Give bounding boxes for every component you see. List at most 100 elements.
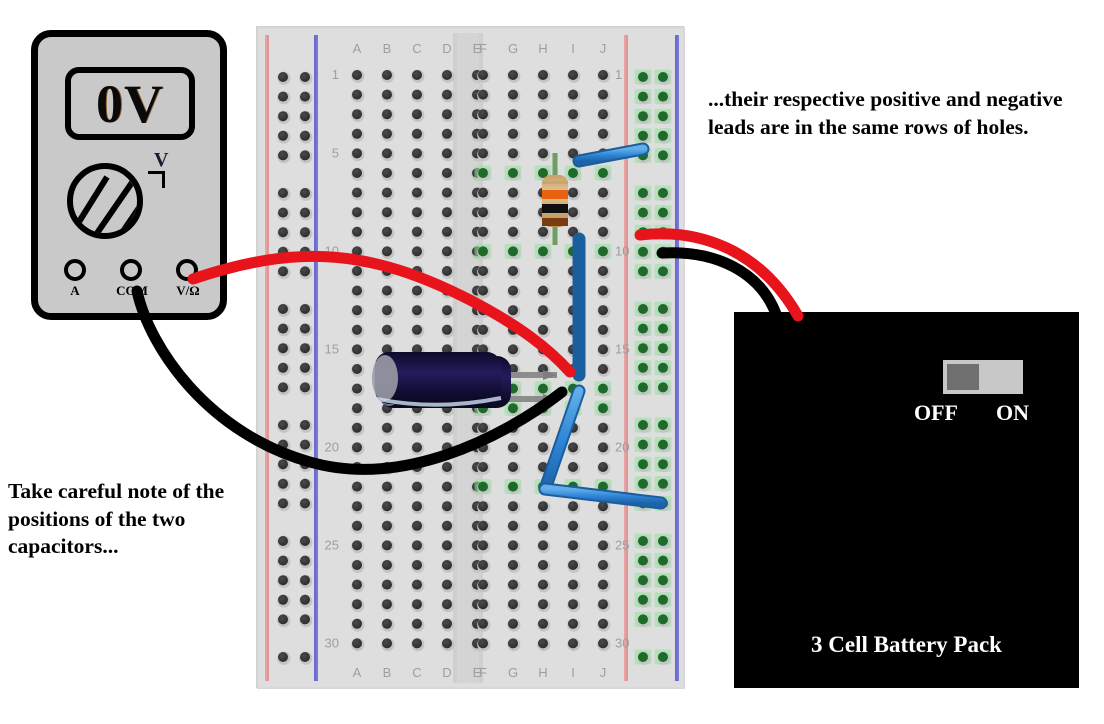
breadboard-hole[interactable] xyxy=(382,266,392,276)
breadboard-hole[interactable] xyxy=(658,150,668,161)
breadboard-hole[interactable] xyxy=(478,481,488,492)
jack-a[interactable] xyxy=(64,259,86,281)
breadboard-hole[interactable] xyxy=(508,285,518,296)
breadboard-hole[interactable] xyxy=(278,246,288,257)
breadboard-hole[interactable] xyxy=(300,478,310,489)
breadboard-hole[interactable] xyxy=(382,501,392,512)
breadboard-hole[interactable] xyxy=(598,266,608,276)
breadboard-hole[interactable] xyxy=(478,226,488,237)
breadboard-hole[interactable] xyxy=(300,188,310,198)
breadboard-hole[interactable] xyxy=(278,536,288,546)
breadboard-hole[interactable] xyxy=(278,652,288,662)
breadboard-hole[interactable] xyxy=(352,442,362,453)
breadboard-hole[interactable] xyxy=(508,187,518,198)
breadboard-hole[interactable] xyxy=(412,579,422,590)
breadboard-hole[interactable] xyxy=(382,226,392,237)
breadboard-hole[interactable] xyxy=(538,579,548,590)
breadboard-hole[interactable] xyxy=(300,575,310,586)
breadboard-hole[interactable] xyxy=(300,227,310,238)
breadboard-hole[interactable] xyxy=(638,343,648,354)
breadboard-hole[interactable] xyxy=(508,168,518,178)
breadboard-hole[interactable] xyxy=(412,226,422,237)
breadboard-hole[interactable] xyxy=(508,501,518,512)
breadboard-hole[interactable] xyxy=(568,207,578,218)
breadboard-hole[interactable] xyxy=(382,481,392,492)
breadboard-hole[interactable] xyxy=(278,498,288,509)
breadboard-hole[interactable] xyxy=(442,285,452,296)
breadboard-hole[interactable] xyxy=(442,226,452,237)
breadboard-hole[interactable] xyxy=(412,481,422,492)
breadboard-hole[interactable] xyxy=(508,599,518,610)
breadboard-hole[interactable] xyxy=(538,109,548,120)
breadboard-hole[interactable] xyxy=(412,89,422,100)
breadboard-hole[interactable] xyxy=(442,148,452,159)
breadboard-hole[interactable] xyxy=(478,128,488,139)
breadboard-hole[interactable] xyxy=(352,501,362,512)
breadboard-hole[interactable] xyxy=(598,520,608,531)
breadboard-hole[interactable] xyxy=(278,594,288,605)
breadboard-hole[interactable] xyxy=(352,226,362,237)
breadboard-hole[interactable] xyxy=(278,614,288,625)
breadboard-hole[interactable] xyxy=(658,382,668,393)
breadboard-hole[interactable] xyxy=(278,72,288,82)
breadboard-hole[interactable] xyxy=(352,324,362,335)
breadboard-hole[interactable] xyxy=(382,579,392,590)
breadboard-hole[interactable] xyxy=(598,442,608,453)
breadboard-hole[interactable] xyxy=(278,420,288,430)
breadboard-hole[interactable] xyxy=(638,459,648,470)
breadboard-hole[interactable] xyxy=(382,560,392,570)
breadboard-hole[interactable] xyxy=(598,638,608,649)
breadboard-hole[interactable] xyxy=(478,520,488,531)
breadboard-hole[interactable] xyxy=(478,168,488,178)
breadboard-hole[interactable] xyxy=(412,207,422,218)
breadboard-hole[interactable] xyxy=(538,246,548,257)
breadboard-hole[interactable] xyxy=(478,70,488,80)
breadboard-hole[interactable] xyxy=(478,109,488,120)
breadboard-hole[interactable] xyxy=(508,520,518,531)
breadboard-hole[interactable] xyxy=(278,343,288,354)
breadboard-hole[interactable] xyxy=(278,207,288,218)
breadboard-hole[interactable] xyxy=(300,343,310,354)
breadboard-hole[interactable] xyxy=(508,540,518,551)
breadboard-hole[interactable] xyxy=(478,638,488,649)
breadboard-hole[interactable] xyxy=(352,520,362,531)
breadboard-hole[interactable] xyxy=(442,187,452,198)
breadboard-hole[interactable] xyxy=(638,614,648,625)
breadboard-hole[interactable] xyxy=(478,462,488,472)
breadboard-hole[interactable] xyxy=(352,344,362,355)
breadboard-hole[interactable] xyxy=(478,266,488,276)
breadboard-hole[interactable] xyxy=(538,266,548,276)
breadboard-hole[interactable] xyxy=(382,285,392,296)
breadboard-hole[interactable] xyxy=(382,70,392,80)
breadboard-hole[interactable] xyxy=(412,560,422,570)
breadboard-hole[interactable] xyxy=(538,70,548,80)
breadboard-hole[interactable] xyxy=(598,89,608,100)
breadboard-hole[interactable] xyxy=(442,599,452,610)
breadboard-hole[interactable] xyxy=(568,442,578,453)
multimeter-dial[interactable] xyxy=(67,163,143,239)
breadboard-hole[interactable] xyxy=(658,227,668,238)
breadboard-hole[interactable] xyxy=(658,111,668,122)
breadboard-hole[interactable] xyxy=(638,207,648,218)
breadboard-hole[interactable] xyxy=(538,285,548,296)
breadboard-hole[interactable] xyxy=(658,420,668,430)
breadboard-hole[interactable] xyxy=(442,422,452,433)
breadboard-hole[interactable] xyxy=(442,109,452,120)
breadboard-hole[interactable] xyxy=(508,324,518,335)
breadboard-hole[interactable] xyxy=(382,638,392,649)
breadboard-hole[interactable] xyxy=(538,403,548,414)
breadboard-hole[interactable] xyxy=(412,520,422,531)
breadboard-hole[interactable] xyxy=(300,150,310,161)
breadboard-hole[interactable] xyxy=(568,89,578,100)
breadboard-hole[interactable] xyxy=(508,246,518,257)
breadboard-hole[interactable] xyxy=(658,478,668,489)
breadboard-hole[interactable] xyxy=(300,459,310,470)
breadboard-hole[interactable] xyxy=(382,618,392,629)
breadboard-hole[interactable] xyxy=(352,618,362,629)
breadboard-hole[interactable] xyxy=(352,599,362,610)
breadboard-hole[interactable] xyxy=(382,442,392,453)
jack-com[interactable] xyxy=(120,259,142,281)
breadboard-hole[interactable] xyxy=(352,266,362,276)
breadboard-hole[interactable] xyxy=(538,305,548,316)
breadboard-hole[interactable] xyxy=(382,462,392,472)
